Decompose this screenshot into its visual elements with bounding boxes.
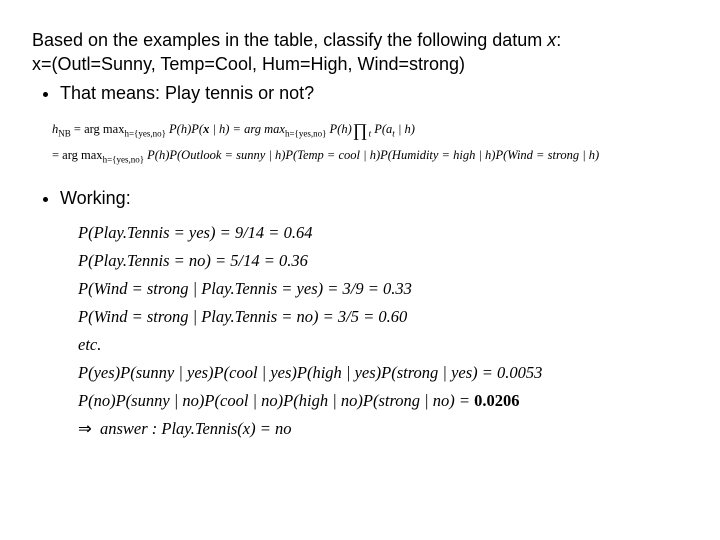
intro-bullets: That means: Play tennis or not? bbox=[38, 81, 688, 105]
implies-icon: ⇒ bbox=[78, 419, 96, 438]
working-line-7a: P(no)P(sunny | no)P(cool | no)P(high | n… bbox=[78, 391, 474, 410]
working-line-4: P(Wind = strong | Play.Tennis = no) = 3/… bbox=[78, 303, 688, 331]
f-paend: | h) bbox=[395, 122, 415, 136]
working-line-1: P(Play.Tennis = yes) = 9/14 = 0.64 bbox=[78, 219, 688, 247]
intro-block: Based on the examples in the table, clas… bbox=[32, 28, 688, 77]
f-eq1sub: h={yes,no} bbox=[124, 128, 165, 138]
f-l2b: P(h)P(Outlook = sunny | h)P(Temp = cool … bbox=[144, 148, 599, 162]
working-line-5: etc. bbox=[78, 331, 688, 359]
intro-line1a: Based on the examples in the table, clas… bbox=[32, 30, 547, 50]
f-l2a: = arg max bbox=[52, 148, 103, 162]
working-line-8: ⇒ answer : Play.Tennis(x) = no bbox=[78, 415, 688, 443]
f-eq1: = arg max bbox=[71, 122, 125, 136]
f-l2asub: h={yes,no} bbox=[103, 155, 144, 165]
working-label: Working: bbox=[60, 186, 688, 210]
working-block: P(Play.Tennis = yes) = 9/14 = 0.64 P(Pla… bbox=[78, 219, 688, 443]
working-line-6: P(yes)P(sunny | yes)P(cool | yes)P(high … bbox=[78, 359, 688, 387]
nb-formula: hNB = arg maxh={yes,no} P(h)P(x | h) = a… bbox=[52, 115, 688, 168]
f-p2: P(h) bbox=[326, 122, 351, 136]
intro-line1b: : bbox=[556, 30, 561, 50]
working-line-7b: 0.0206 bbox=[474, 391, 519, 410]
product-icon: ∏ bbox=[352, 115, 369, 146]
intro-x: x bbox=[547, 30, 556, 50]
working-line-8t: answer : Play.Tennis(x) = no bbox=[96, 419, 292, 438]
working-line-3: P(Wind = strong | Play.Tennis = yes) = 3… bbox=[78, 275, 688, 303]
working-line-2: P(Play.Tennis = no) = 5/14 = 0.36 bbox=[78, 247, 688, 275]
f-p1c: | h) = arg max bbox=[209, 122, 285, 136]
intro-line2: x=(Outl=Sunny, Temp=Cool, Hum=High, Wind… bbox=[32, 54, 465, 74]
working-line-7: P(no)P(sunny | no)P(cool | no)P(high | n… bbox=[78, 387, 688, 415]
f-p1: P(h)P( bbox=[166, 122, 203, 136]
f-pa: P(a bbox=[371, 122, 392, 136]
intro-bullet1: That means: Play tennis or not? bbox=[60, 81, 688, 105]
f-hsub: NB bbox=[58, 128, 71, 138]
f-eq2sub: h={yes,no} bbox=[285, 128, 326, 138]
working-bullets: Working: bbox=[38, 186, 688, 210]
